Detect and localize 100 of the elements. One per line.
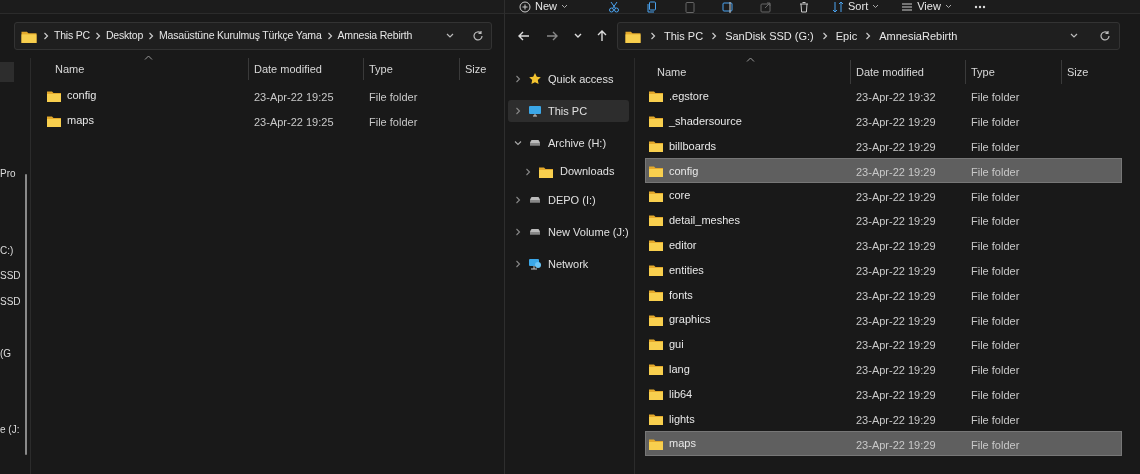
chevron-right-icon — [94, 32, 101, 40]
chevron-right-icon — [43, 32, 49, 40]
chevron-right-icon — [148, 32, 155, 40]
chevron-right-icon[interactable] — [514, 260, 522, 268]
file-row[interactable]: graphics 23-Apr-22 19:29 File folder — [645, 307, 1122, 332]
sidebar-item[interactable]: Network — [508, 248, 629, 280]
sidebar-item[interactable]: DEPO (I:) — [508, 184, 629, 216]
scissors-icon — [608, 0, 620, 13]
file-type: File folder — [971, 388, 1020, 401]
file-name: billboards — [669, 138, 717, 154]
date-modified: 23-Apr-22 19:25 — [254, 115, 334, 128]
column-header[interactable]: Date modified — [254, 60, 322, 78]
share-button[interactable] — [760, 0, 772, 14]
cut-button[interactable] — [608, 0, 620, 14]
view-button[interactable]: View — [901, 0, 952, 14]
new-button[interactable]: New — [519, 0, 568, 14]
folder-icon — [648, 213, 664, 228]
refresh-icon[interactable] — [472, 30, 484, 42]
chevron-right-icon[interactable] — [514, 228, 522, 236]
file-name: config — [669, 163, 699, 179]
refresh-icon[interactable] — [1099, 30, 1111, 42]
breadcrumb[interactable]: SanDisk SSD (G:) — [723, 27, 816, 45]
chevron-right-icon[interactable] — [514, 107, 522, 115]
star-icon — [528, 72, 542, 86]
file-row[interactable]: lights 23-Apr-22 19:29 File folder — [645, 406, 1122, 432]
file-row[interactable]: editor 23-Apr-22 19:29 File folder — [645, 232, 1122, 258]
sidebar-label: New Volume (J:) — [548, 224, 629, 240]
sidebar-item[interactable]: Downloads — [508, 159, 629, 184]
breadcrumb[interactable]: Epic — [833, 27, 860, 45]
file-row[interactable]: gui 23-Apr-22 19:29 File folder — [645, 331, 1122, 357]
column-header[interactable]: Type — [971, 63, 995, 81]
column-header[interactable]: Name — [657, 63, 687, 81]
scrollbar[interactable] — [25, 174, 27, 455]
file-row[interactable]: config 23-Apr-22 19:29 File folder — [645, 158, 1122, 184]
rename-button[interactable] — [722, 0, 734, 14]
column-header[interactable]: Size — [465, 60, 487, 78]
address-bar[interactable]: This PC Desktop Masaüstüne Kurulmuş Türkçe Yama Amnesia Rebirth — [14, 22, 492, 50]
file-type: File folder — [971, 265, 1020, 277]
sidebar-label: Archive (H:) — [548, 135, 607, 151]
file-row[interactable]: fonts 23-Apr-22 19:29 File folder — [645, 282, 1122, 308]
up-arrow-icon[interactable] — [595, 29, 609, 43]
breadcrumb[interactable]: Masaüstüne Kurulmuş Türkçe Yama — [157, 28, 324, 44]
chevron-down-icon[interactable] — [514, 139, 522, 147]
sidebar-label: Quick access — [548, 71, 614, 87]
file-row[interactable]: maps 23-Apr-22 19:25 File folder — [31, 108, 504, 133]
breadcrumb[interactable]: AmnesiaRebirth — [877, 27, 960, 45]
folder-icon — [648, 114, 664, 129]
file-name: _shadersource — [669, 113, 742, 129]
nav-item[interactable]: C:) — [0, 243, 14, 258]
breadcrumb[interactable]: This PC — [662, 27, 706, 45]
chevron-right-icon[interactable] — [514, 75, 522, 83]
sidebar-label: This PC — [548, 103, 588, 119]
delete-button[interactable] — [798, 0, 810, 14]
column-header[interactable]: Date modified — [856, 63, 924, 81]
caret-icon — [944, 4, 952, 9]
nav-item[interactable]: e (J: — [0, 422, 20, 437]
date-modified: 23-Apr-22 19:29 — [856, 339, 936, 352]
breadcrumb[interactable]: This PC — [52, 28, 92, 44]
file-row[interactable]: config 23-Apr-22 19:25 File folder — [31, 83, 504, 108]
chevron-right-icon[interactable] — [524, 167, 532, 176]
file-row[interactable]: lib64 23-Apr-22 19:29 File folder — [645, 381, 1122, 407]
monitor-icon — [528, 104, 542, 118]
file-row[interactable]: _shadersource 23-Apr-22 19:29 File folder — [645, 108, 1122, 134]
forward-arrow-icon[interactable] — [545, 29, 559, 43]
folder-icon — [648, 139, 664, 153]
date-modified: 23-Apr-22 19:25 — [254, 90, 334, 103]
file-name: config — [67, 88, 97, 104]
chevron-right-icon — [326, 32, 333, 40]
sort-caret-icon — [144, 55, 153, 60]
file-type: File folder — [369, 90, 418, 103]
file-row[interactable]: .egstore 23-Apr-22 19:32 File folder — [645, 84, 1122, 109]
network-icon — [528, 257, 542, 271]
date-modified: 23-Apr-22 19:29 — [856, 265, 936, 277]
folder-icon — [648, 337, 664, 352]
plus-circle-icon — [519, 0, 531, 13]
nav-item[interactable]: (G — [0, 346, 12, 361]
copy-icon — [646, 0, 658, 13]
breadcrumb[interactable]: Desktop — [103, 28, 146, 44]
file-row[interactable]: entities 23-Apr-22 19:29 File folder — [645, 257, 1122, 283]
file-row[interactable]: lang 23-Apr-22 19:29 File folder — [645, 356, 1122, 382]
sidebar-item[interactable]: Quick access — [508, 63, 629, 95]
file-row[interactable]: core 23-Apr-22 19:29 File folder — [645, 183, 1122, 208]
chevron-right-icon — [821, 32, 828, 40]
file-row[interactable]: detail_meshes 23-Apr-22 19:29 File folder — [645, 208, 1122, 233]
date-modified: 23-Apr-22 19:29 — [856, 438, 936, 451]
column-header[interactable]: Size — [1067, 63, 1089, 81]
sidebar-item[interactable]: Archive (H:) — [508, 127, 629, 159]
column-header[interactable]: Name — [55, 60, 85, 78]
address-bar[interactable]: This PC SanDisk SSD (G:) Epic AmnesiaRebirth — [617, 22, 1120, 50]
file-row[interactable]: maps 23-Apr-22 19:29 File folder — [645, 431, 1122, 456]
sort-button[interactable]: Sort — [832, 0, 880, 14]
file-row[interactable]: billboards 23-Apr-22 19:29 File folder — [645, 133, 1122, 159]
sidebar-item[interactable]: New Volume (J:) — [508, 216, 629, 248]
copy-button[interactable] — [646, 0, 658, 14]
paste-button[interactable] — [684, 0, 696, 14]
file-name: fonts — [669, 287, 693, 303]
back-arrow-icon[interactable] — [517, 29, 531, 43]
breadcrumb[interactable]: Amnesia Rebirth — [335, 28, 415, 44]
column-header[interactable]: Type — [369, 60, 393, 78]
chevron-right-icon[interactable] — [514, 196, 522, 204]
